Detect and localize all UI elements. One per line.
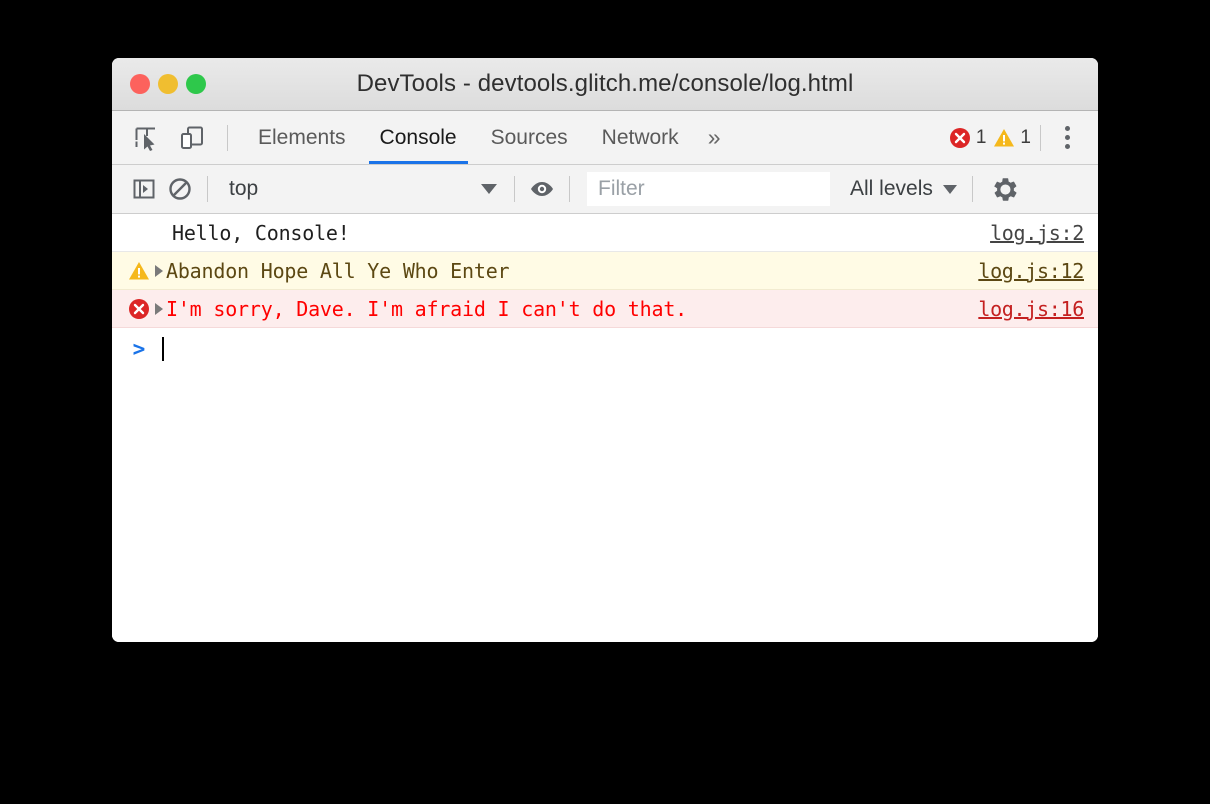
inspect-element-icon <box>135 127 155 151</box>
tab-console[interactable]: Console <box>363 111 474 164</box>
window-title: DevTools - devtools.glitch.me/console/lo… <box>356 70 854 97</box>
prompt-chevron-icon: > <box>132 337 146 361</box>
console-message-source-link[interactable]: log.js:12 <box>978 259 1084 283</box>
toolbar-divider-3 <box>569 176 570 202</box>
issue-counters[interactable]: 1 1 <box>949 127 1031 149</box>
triangle-right-icon <box>155 264 163 277</box>
kebab-dot-1 <box>1064 126 1070 131</box>
toolbar-divider-4 <box>971 176 973 202</box>
console-message-row[interactable]: Abandon Hope All Ye Who Enter log.js:12 <box>112 252 1098 290</box>
toolbar-divider-1 <box>207 176 208 202</box>
tabbar-left-icons <box>112 111 237 164</box>
error-count-label: 1 <box>975 126 987 148</box>
tabbar-divider <box>227 124 228 151</box>
toolbar-divider-2 <box>514 176 515 202</box>
console-message-source-link[interactable]: log.js:2 <box>990 221 1084 245</box>
filter-placeholder: Filter <box>598 177 645 200</box>
console-message-text: Hello, Console! <box>172 220 350 245</box>
minimize-button[interactable] <box>158 74 178 94</box>
device-toolbar-button[interactable] <box>172 118 212 158</box>
console-toolbar: top Filter All levels <box>112 165 1098 214</box>
counters-divider <box>1040 124 1041 151</box>
expand-message-triangle[interactable] <box>152 302 166 315</box>
console-message-list[interactable]: Hello, Console! log.js:2 Abandon Hope Al… <box>112 214 1098 642</box>
device-toolbar-icon <box>181 126 203 149</box>
kebab-dot-2 <box>1064 135 1070 140</box>
kebab-dot-3 <box>1064 144 1070 149</box>
console-message-text: Abandon Hope All Ye Who Enter <box>166 258 510 283</box>
console-sidebar-icon <box>133 179 155 199</box>
live-expression-button[interactable] <box>524 171 560 207</box>
chevron-down-icon <box>481 184 497 194</box>
console-message-row[interactable]: I'm sorry, Dave. I'm afraid I can't do t… <box>112 290 1098 328</box>
chevron-down-icon <box>942 184 957 194</box>
error-counter[interactable]: 1 <box>949 126 987 149</box>
devtools-tabbar: Elements Console Sources Network » 1 1 <box>112 111 1098 165</box>
message-level-icon-slot <box>126 298 152 320</box>
filter-input[interactable]: Filter <box>587 172 830 206</box>
triangle-right-icon <box>155 302 163 315</box>
close-button[interactable] <box>130 74 150 94</box>
clear-console-button[interactable] <box>162 171 198 207</box>
inspect-element-button[interactable] <box>126 118 166 158</box>
tabbar-right-group: 1 1 <box>949 111 1098 164</box>
console-sidebar-button[interactable] <box>126 171 162 207</box>
console-message-row[interactable]: Hello, Console! log.js:2 <box>112 214 1098 252</box>
live-expression-eye-icon <box>531 182 553 196</box>
log-level-label: All levels <box>850 177 933 200</box>
settings-gear-icon <box>994 177 1017 201</box>
execution-context-label: top <box>229 177 259 200</box>
tab-network[interactable]: Network <box>585 111 696 164</box>
warning-count-label: 1 <box>1020 126 1031 148</box>
log-level-selector[interactable]: All levels <box>844 172 963 206</box>
text-cursor <box>162 337 164 361</box>
console-message-text: I'm sorry, Dave. I'm afraid I can't do t… <box>166 296 688 321</box>
tab-sources[interactable]: Sources <box>474 111 585 164</box>
window-controls <box>130 58 206 110</box>
warning-counter[interactable]: 1 <box>993 127 1031 149</box>
error-circle-icon <box>949 127 970 148</box>
devtools-menu-button[interactable] <box>1050 121 1084 155</box>
console-prompt[interactable]: > <box>112 328 1098 370</box>
tab-elements[interactable]: Elements <box>241 111 363 164</box>
more-tabs-button[interactable]: » <box>696 111 733 164</box>
panel-tabs: Elements Console Sources Network » <box>241 111 732 164</box>
zoom-button[interactable] <box>186 74 206 94</box>
clear-console-icon <box>169 178 191 200</box>
console-message-source-link[interactable]: log.js:16 <box>978 297 1084 321</box>
error-circle-icon <box>129 298 149 319</box>
warning-triangle-icon <box>129 261 149 279</box>
devtools-window: DevTools - devtools.glitch.me/console/lo… <box>112 58 1098 642</box>
console-settings-button[interactable] <box>986 169 1026 209</box>
titlebar: DevTools - devtools.glitch.me/console/lo… <box>112 58 1098 111</box>
execution-context-selector[interactable]: top <box>219 171 505 207</box>
expand-message-triangle[interactable] <box>152 264 166 277</box>
message-level-icon-slot <box>126 260 152 282</box>
warning-triangle-icon <box>994 128 1015 146</box>
